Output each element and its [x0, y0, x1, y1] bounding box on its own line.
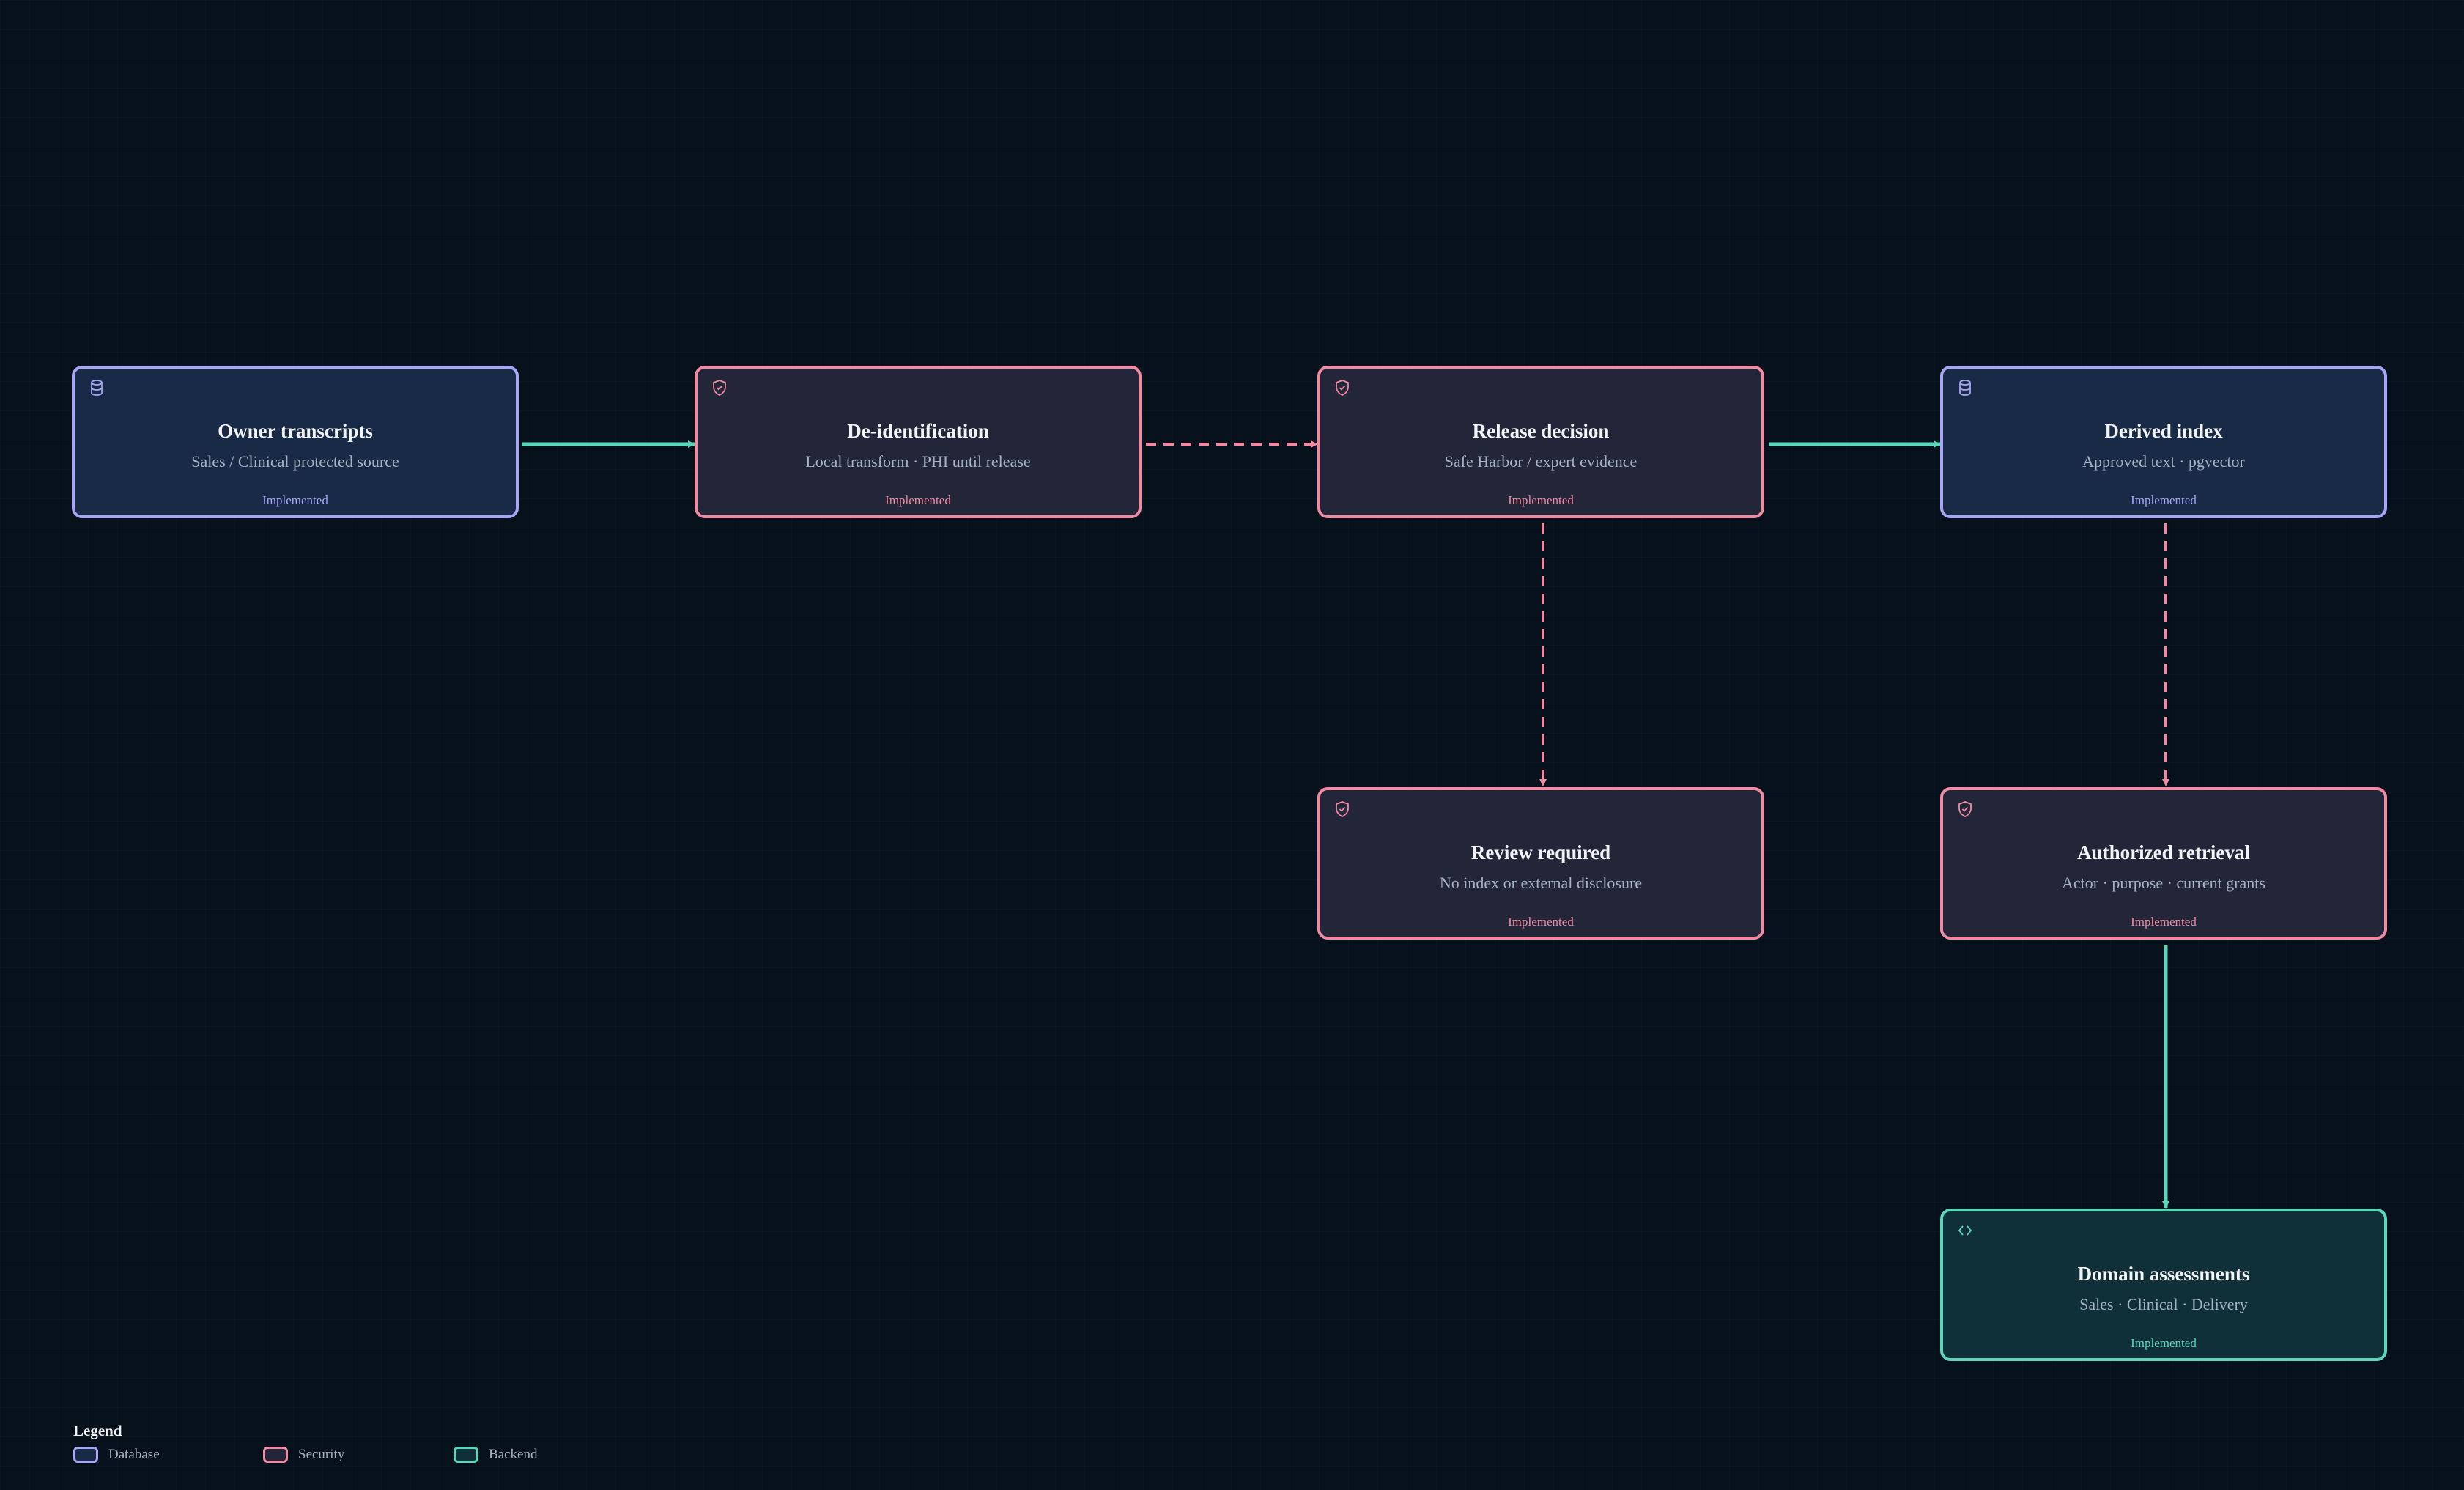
node-status: Implemented — [2131, 493, 2197, 507]
legend-label: Database — [108, 1447, 160, 1462]
node-status: Implemented — [262, 493, 328, 507]
database-icon — [91, 380, 103, 396]
legend: Legend Database Security Backend — [73, 1422, 537, 1463]
legend-title: Legend — [73, 1422, 122, 1439]
node-title: Domain assessments — [2077, 1263, 2250, 1285]
node-status: Implemented — [1508, 493, 1574, 507]
node-de-identification[interactable]: De-identification Local transform · PHI … — [695, 366, 1142, 518]
node-review-required[interactable]: Review required No index or external dis… — [1317, 787, 1764, 940]
node-subtitle: Approved text · pgvector — [2082, 452, 2245, 471]
node-status: Implemented — [2131, 915, 2197, 929]
node-release-decision[interactable]: Release decision Safe Harbor / expert ev… — [1317, 366, 1764, 518]
node-title: Review required — [1470, 841, 1611, 863]
node-owner-transcripts[interactable]: Owner transcripts Sales / Clinical prote… — [72, 366, 519, 518]
node-title: Owner transcripts — [218, 420, 373, 442]
node-title: Release decision — [1472, 420, 1610, 442]
node-status: Implemented — [885, 493, 951, 507]
shield-check-icon — [713, 380, 726, 396]
node-subtitle: No index or external disclosure — [1439, 874, 1643, 892]
legend-item-database: Database — [73, 1447, 160, 1463]
node-subtitle: Actor · purpose · current grants — [2062, 874, 2265, 892]
node-title: De-identification — [847, 420, 989, 442]
node-subtitle: Local transform · PHI until release — [805, 452, 1031, 471]
database-icon — [1959, 380, 1971, 396]
node-title: Authorized retrieval — [2077, 841, 2250, 863]
legend-label: Backend — [489, 1447, 538, 1462]
shield-check-icon — [1958, 801, 1972, 817]
code-icon — [1958, 1225, 1972, 1236]
diagram-canvas: Owner transcripts Sales / Clinical prote… — [0, 0, 2464, 1490]
node-subtitle: Sales / Clinical protected source — [191, 452, 399, 471]
legend-swatch-security — [263, 1447, 288, 1463]
node-domain-assessments[interactable]: Domain assessments Sales · Clinical · De… — [1940, 1209, 2387, 1361]
node-authorized-retrieval[interactable]: Authorized retrieval Actor · purpose · c… — [1940, 787, 2387, 940]
node-status: Implemented — [1508, 915, 1574, 929]
node-subtitle: Sales · Clinical · Delivery — [2079, 1295, 2248, 1313]
node-status: Implemented — [2131, 1336, 2197, 1350]
shield-check-icon — [1336, 380, 1349, 396]
legend-swatch-database — [73, 1447, 98, 1463]
node-title: Derived index — [2104, 420, 2223, 442]
node-derived-index[interactable]: Derived index Approved text · pgvector I… — [1940, 366, 2387, 518]
legend-item-security: Security — [263, 1447, 344, 1463]
legend-label: Security — [298, 1447, 345, 1462]
node-subtitle: Safe Harbor / expert evidence — [1444, 452, 1638, 471]
legend-swatch-backend — [454, 1447, 478, 1463]
shield-check-icon — [1336, 801, 1349, 817]
legend-item-backend: Backend — [454, 1447, 537, 1463]
